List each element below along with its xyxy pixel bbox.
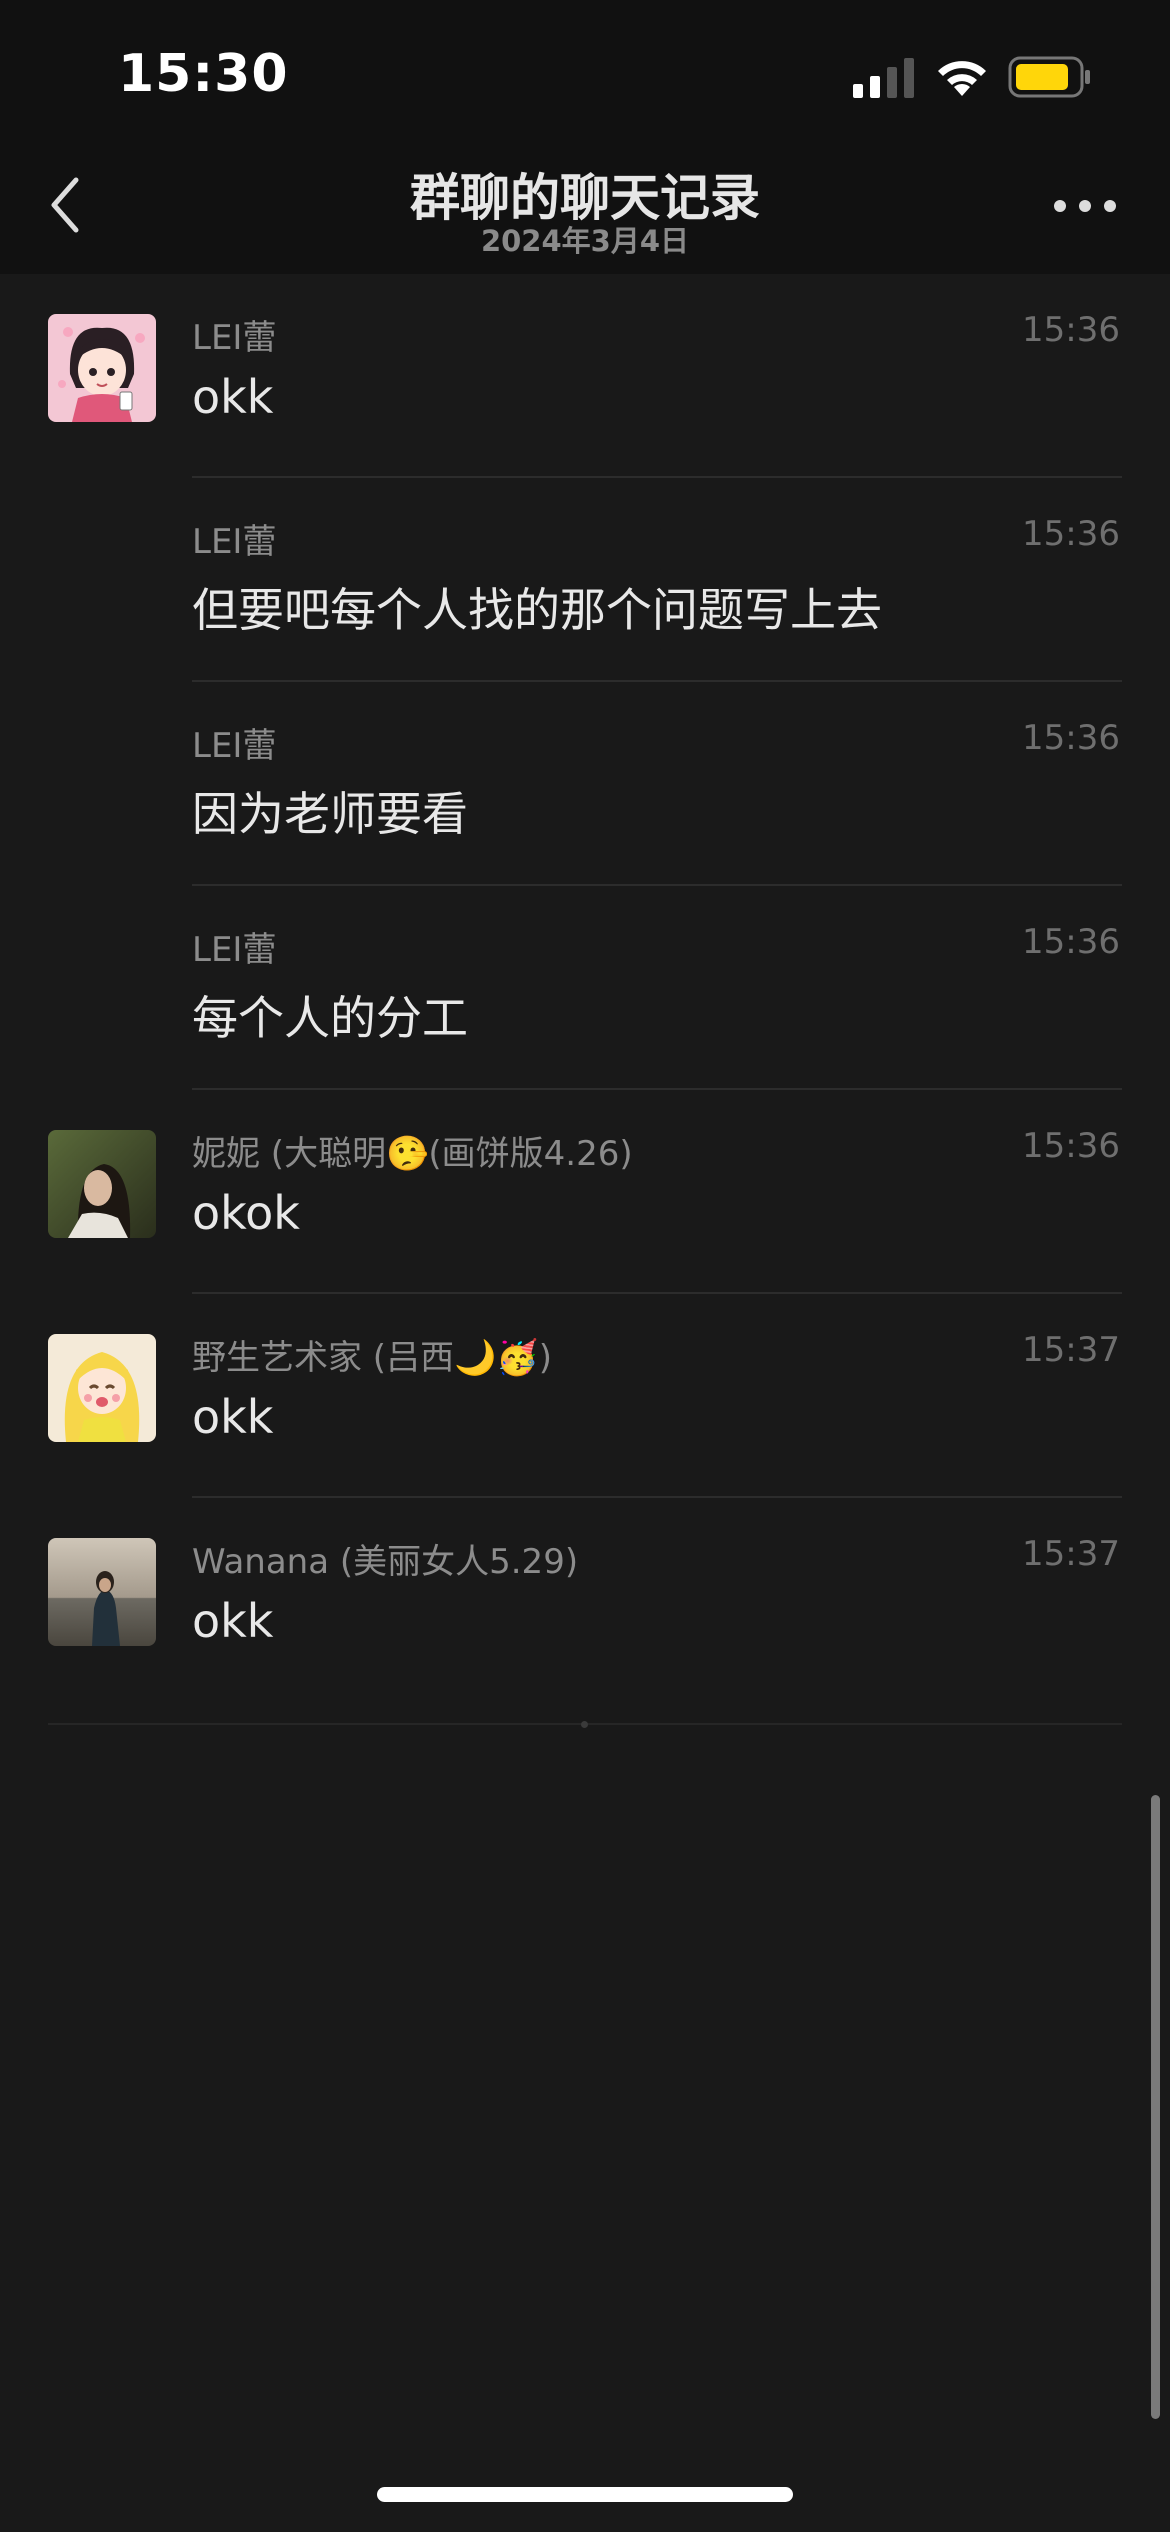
avatar[interactable] bbox=[48, 314, 156, 422]
avatar[interactable] bbox=[48, 1538, 156, 1646]
end-dot bbox=[581, 1721, 588, 1728]
message-time: 15:36 bbox=[1022, 1126, 1120, 1166]
message-item[interactable]: LEI蕾 15:36 okk bbox=[0, 274, 1170, 478]
sender-name: 野生艺术家 (吕西🌙🥳) bbox=[192, 1338, 553, 1378]
message-text: 每个人的分工 bbox=[192, 991, 468, 1045]
message-time: 15:37 bbox=[1022, 1534, 1120, 1574]
message-item[interactable]: LEI蕾 15:36 因为老师要看 bbox=[0, 682, 1170, 886]
page-subtitle-date: 2024年3月4日 bbox=[480, 224, 690, 258]
nav-bar: 群聊的聊天记录 2024年3月4日 bbox=[0, 140, 1170, 274]
message-time: 15:36 bbox=[1022, 922, 1120, 962]
scrollbar[interactable] bbox=[1151, 1795, 1160, 2419]
photo-girl-dark-avatar-icon bbox=[48, 1130, 156, 1238]
avatar[interactable] bbox=[48, 1334, 156, 1442]
message-list: LEI蕾 15:36 okk LEI蕾 15:36 但要吧每个人找的那个问题写上… bbox=[0, 274, 1170, 1702]
sender-name: 妮妮 (大聪明🤥(画饼版4.26) bbox=[192, 1134, 633, 1174]
message-time: 15:37 bbox=[1022, 1330, 1120, 1370]
wifi-icon bbox=[938, 61, 986, 96]
sender-name: LEI蕾 bbox=[192, 318, 277, 358]
status-bar: 15:30 bbox=[0, 0, 1170, 140]
cartoon-girl-pink-avatar-icon bbox=[48, 314, 156, 422]
sender-name: LEI蕾 bbox=[192, 930, 277, 970]
message-item[interactable]: 妮妮 (大聪明🤥(画饼版4.26) 15:36 okok bbox=[0, 1090, 1170, 1294]
avatar[interactable] bbox=[48, 1130, 156, 1238]
message-text: okok bbox=[192, 1186, 300, 1240]
cartoon-girl-yellow-avatar-icon bbox=[48, 1334, 156, 1442]
chat-history-screen: 15:30 群聊的聊天记录 2024年3月4日 LEI蕾 15:36 okk L… bbox=[0, 0, 1170, 2532]
message-time: 15:36 bbox=[1022, 514, 1120, 554]
message-text: 因为老师要看 bbox=[192, 787, 468, 841]
signal-icon bbox=[853, 58, 914, 98]
message-item[interactable]: Wanana (美丽女人5.29) 15:37 okk bbox=[0, 1498, 1170, 1702]
message-time: 15:36 bbox=[1022, 718, 1120, 758]
home-indicator[interactable] bbox=[377, 2487, 793, 2502]
sender-name: Wanana (美丽女人5.29) bbox=[192, 1542, 579, 1582]
more-dots-icon bbox=[1054, 200, 1116, 212]
status-time: 15:30 bbox=[118, 44, 289, 104]
message-time: 15:36 bbox=[1022, 310, 1120, 350]
message-item[interactable]: 野生艺术家 (吕西🌙🥳) 15:37 okk bbox=[0, 1294, 1170, 1498]
message-text: okk bbox=[192, 370, 274, 424]
message-item[interactable]: LEI蕾 15:36 但要吧每个人找的那个问题写上去 bbox=[0, 478, 1170, 682]
message-text: okk bbox=[192, 1594, 274, 1648]
message-item[interactable]: LEI蕾 15:36 每个人的分工 bbox=[0, 886, 1170, 1090]
sender-name: LEI蕾 bbox=[192, 522, 277, 562]
sender-name: LEI蕾 bbox=[192, 726, 277, 766]
message-text: okk bbox=[192, 1390, 274, 1444]
battery-icon bbox=[1008, 56, 1090, 98]
more-button[interactable] bbox=[1050, 186, 1120, 226]
photo-beach-avatar-icon bbox=[48, 1538, 156, 1646]
message-text: 但要吧每个人找的那个问题写上去 bbox=[192, 583, 882, 637]
